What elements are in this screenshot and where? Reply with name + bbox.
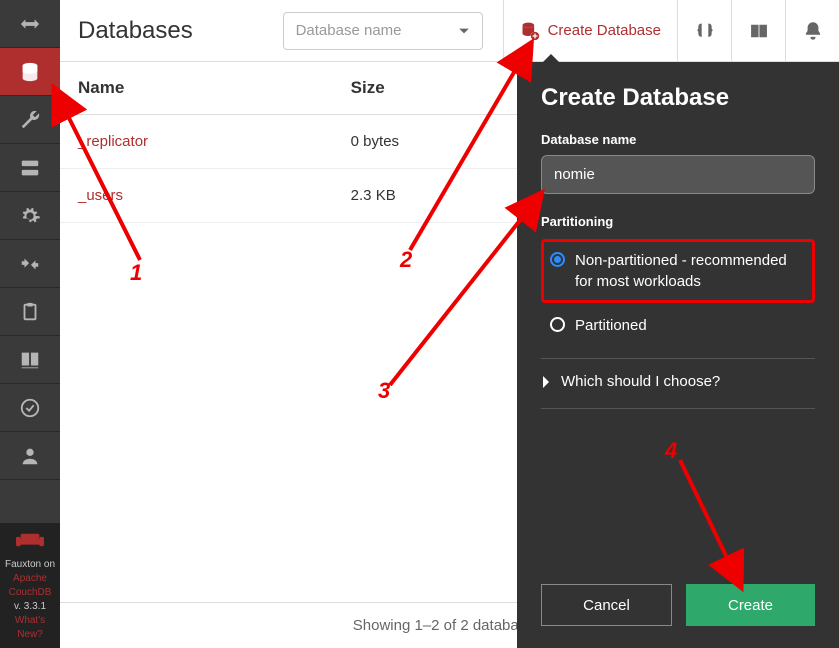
database-selector[interactable]: Database name <box>283 12 483 50</box>
radio-label: Partitioned <box>575 315 647 336</box>
footer-couchdb[interactable]: CouchDB <box>2 586 58 600</box>
main-area: Databases Database name Create Database <box>60 0 839 648</box>
radio-dot-icon <box>550 317 565 332</box>
radio-partitioned[interactable]: Partitioned <box>541 311 815 340</box>
radio-dot-icon <box>550 252 565 267</box>
db-name-input[interactable] <box>541 155 815 194</box>
footer-on: Fauxton on <box>2 558 58 572</box>
radio-label: Non-partitioned - recommended for most w… <box>575 250 806 292</box>
sidebar-footer: Fauxton on Apache CouchDB v. 3.3.1 What'… <box>0 523 60 648</box>
sidebar-item-clipboard[interactable] <box>0 288 60 336</box>
create-database-panel: Create Database Database name Partitioni… <box>517 62 839 648</box>
partitioning-label: Partitioning <box>541 214 815 229</box>
server-icon <box>19 157 41 179</box>
book-icon <box>19 349 41 371</box>
sidebar-item-docs[interactable] <box>0 336 60 384</box>
user-icon <box>19 445 41 467</box>
json-button[interactable] <box>677 0 731 61</box>
panel-title: Create Database <box>541 84 815 112</box>
sidebar-item-tasks[interactable] <box>0 144 60 192</box>
topbar: Databases Database name Create Database <box>60 0 839 62</box>
replication-icon <box>19 253 41 275</box>
create-database-label: Create Database <box>548 22 661 39</box>
left-sidebar: Fauxton on Apache CouchDB v. 3.3.1 What'… <box>0 0 60 648</box>
radio-non-partitioned[interactable]: Non-partitioned - recommended for most w… <box>550 250 806 292</box>
db-name-cell[interactable]: _users <box>60 169 333 223</box>
chevron-right-icon <box>541 375 551 389</box>
topbar-right: Create Database <box>503 0 839 61</box>
divider <box>541 358 815 359</box>
sidebar-item-expand[interactable] <box>0 0 60 48</box>
wrench-icon <box>19 109 41 131</box>
sidebar-item-setup[interactable] <box>0 96 60 144</box>
panel-actions: Cancel Create <box>541 584 815 626</box>
docs-button[interactable] <box>731 0 785 61</box>
help-label: Which should I choose? <box>561 373 720 390</box>
sidebar-item-databases[interactable] <box>0 48 60 96</box>
arrows-h-icon <box>19 13 41 35</box>
divider <box>541 408 815 409</box>
col-name[interactable]: Name <box>60 62 333 115</box>
clipboard-icon <box>19 301 41 323</box>
database-icon <box>19 61 41 83</box>
footer-apache[interactable]: Apache <box>2 572 58 586</box>
cancel-button[interactable]: Cancel <box>541 584 672 626</box>
gear-icon <box>19 205 41 227</box>
help-expand[interactable]: Which should I choose? <box>541 373 815 390</box>
bell-icon <box>803 21 823 41</box>
caret-down-icon <box>458 25 470 37</box>
database-plus-icon <box>520 21 540 41</box>
sidebar-item-verify[interactable] <box>0 384 60 432</box>
footer-whatsnew[interactable]: What's New? <box>2 614 58 642</box>
create-button[interactable]: Create <box>686 584 815 626</box>
braces-icon <box>695 21 715 41</box>
selector-placeholder: Database name <box>296 22 402 39</box>
sidebar-item-replication[interactable] <box>0 240 60 288</box>
book-open-icon <box>749 21 769 41</box>
check-circle-icon <box>19 397 41 419</box>
create-database-button[interactable]: Create Database <box>503 0 677 61</box>
sidebar-item-config[interactable] <box>0 192 60 240</box>
db-name-label: Database name <box>541 132 815 147</box>
footer-version: v. 3.3.1 <box>2 600 58 614</box>
page-title: Databases <box>60 17 193 45</box>
partitioning-group-highlighted: Non-partitioned - recommended for most w… <box>541 239 815 303</box>
couch-icon <box>2 531 58 554</box>
db-name-cell[interactable]: _replicator <box>60 115 333 169</box>
notifications-button[interactable] <box>785 0 839 61</box>
sidebar-item-user[interactable] <box>0 432 60 480</box>
